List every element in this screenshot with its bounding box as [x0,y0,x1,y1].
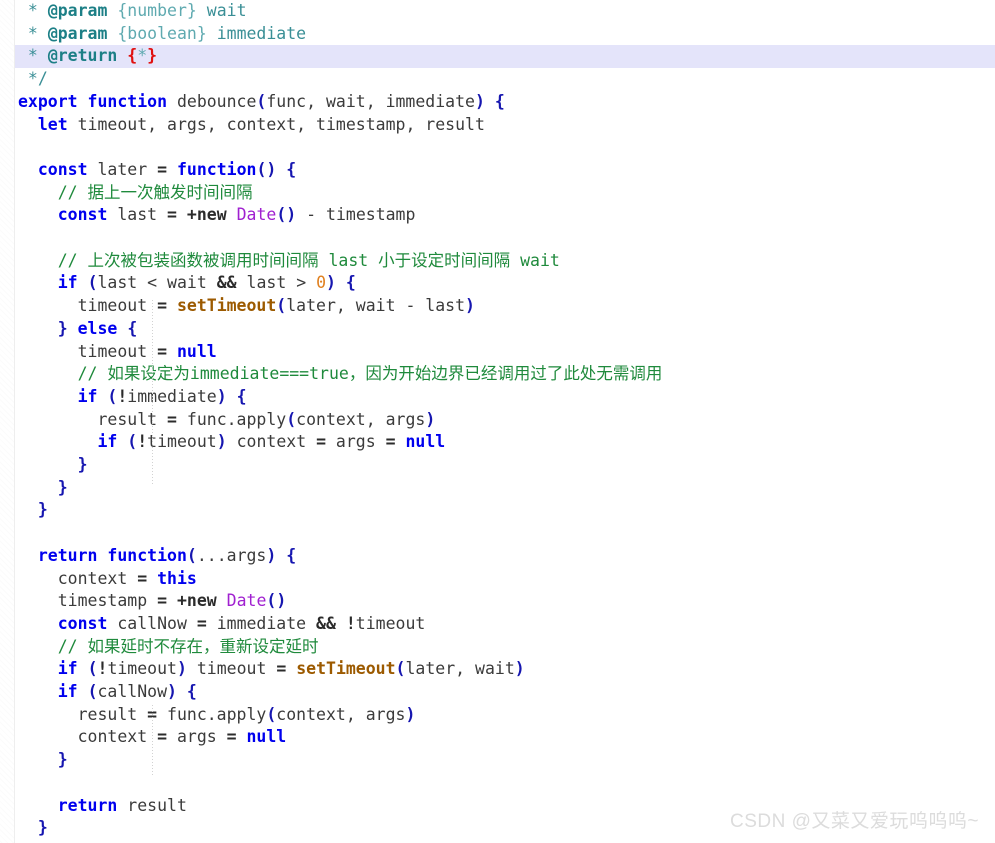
code-line[interactable]: } else { [0,318,995,341]
code-line[interactable]: timeout = setTimeout(later, wait - last) [0,295,995,318]
code-line[interactable]: timestamp = +new Date() [0,590,995,613]
code-line[interactable] [0,136,995,159]
code-line[interactable]: // 如果延时不存在，重新设定延时 [0,636,995,659]
code-line[interactable]: context = args = null [0,726,995,749]
code-line[interactable]: const later = function() { [0,159,995,182]
code-line[interactable]: } [0,454,995,477]
code-line[interactable]: */ [0,68,995,91]
code-line[interactable]: // 如果设定为immediate===true，因为开始边界已经调用过了此处无… [0,363,995,386]
code-line[interactable]: } [0,499,995,522]
code-content[interactable]: * @param {number} wait * @param {boolean… [0,0,995,843]
code-line[interactable]: const callNow = immediate && !timeout [0,613,995,636]
code-line[interactable]: result = func.apply(context, args) [0,704,995,727]
code-line[interactable]: // 上次被包装函数被调用时间间隔 last 小于设定时间间隔 wait [0,250,995,273]
indent-guide [152,300,153,485]
code-line[interactable] [0,522,995,545]
code-line[interactable]: return function(...args) { [0,545,995,568]
code-editor[interactable]: * @param {number} wait * @param {boolean… [0,0,995,843]
code-line[interactable]: const last = +new Date() - timestamp [0,204,995,227]
code-line[interactable]: if (!immediate) { [0,386,995,409]
code-line[interactable]: if (last < wait && last > 0) { [0,272,995,295]
code-line[interactable] [0,227,995,250]
code-line[interactable]: timeout = null [0,341,995,364]
code-line[interactable]: // 据上一次触发时间间隔 [0,182,995,205]
code-line[interactable]: if (!timeout) context = args = null [0,431,995,454]
gutter-separator [14,0,15,843]
code-line[interactable]: result = func.apply(context, args) [0,409,995,432]
code-line[interactable]: export function debounce(func, wait, imm… [0,91,995,114]
code-line[interactable] [0,772,995,795]
indent-guide [152,705,153,777]
code-line[interactable]: if (callNow) { [0,681,995,704]
code-line-current[interactable]: * @return {*} [0,45,995,69]
code-line[interactable]: if (!timeout) timeout = setTimeout(later… [0,658,995,681]
code-line[interactable]: } [0,749,995,772]
editor-gutter[interactable] [0,0,15,843]
code-line[interactable]: } [0,477,995,500]
code-line[interactable]: * @param {number} wait [0,0,995,23]
code-line[interactable]: context = this [0,568,995,591]
code-line[interactable]: * @param {boolean} immediate [0,23,995,46]
csdn-watermark: CSDN @又菜又爱玩呜呜呜~ [730,811,979,832]
code-line[interactable]: let timeout, args, context, timestamp, r… [0,114,995,137]
